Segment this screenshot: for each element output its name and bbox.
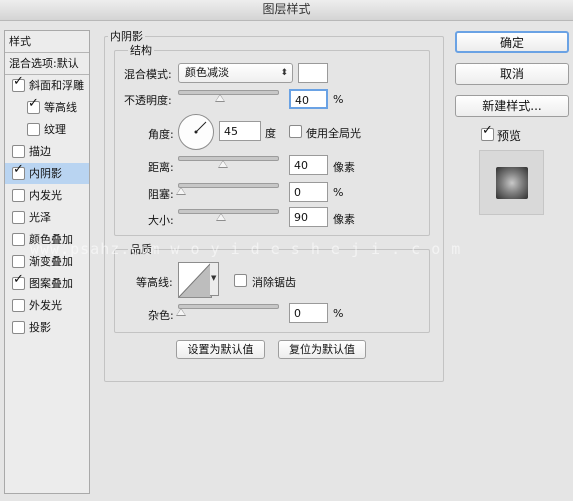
style-item-checkbox[interactable] — [12, 255, 25, 268]
choke-label: 阻塞: — [148, 188, 174, 201]
style-item-checkbox[interactable]: ✓ — [27, 97, 40, 114]
style-item-label: 内阴影 — [29, 167, 62, 180]
style-item-label: 光泽 — [29, 211, 51, 224]
angle-dial[interactable] — [178, 114, 214, 150]
noise-unit: % — [333, 307, 344, 320]
blend-mode-label: 混合模式: — [124, 68, 172, 81]
style-item[interactable]: ✓ 斜面和浮雕 — [5, 75, 89, 96]
check-icon: ✓ — [13, 272, 24, 287]
antialias-label: 消除锯齿 — [252, 276, 296, 289]
preview-swatch — [496, 167, 528, 199]
opacity-slider[interactable] — [178, 90, 279, 95]
opacity-input[interactable]: 40 — [289, 89, 328, 109]
style-item-checkbox[interactable] — [27, 123, 40, 136]
angle-unit: 度 — [265, 127, 276, 140]
preview-checkbox[interactable]: ✓ — [481, 124, 494, 141]
size-input[interactable]: 90 — [289, 207, 328, 227]
style-item[interactable]: 内发光 — [5, 185, 89, 206]
angle-label: 角度: — [148, 128, 174, 141]
styles-header[interactable]: 样式 — [5, 31, 93, 52]
distance-label: 距离: — [148, 161, 174, 174]
choke-unit: % — [333, 186, 344, 199]
watermark-text: www.psahz.com w o y i d e s h e j i . c … — [30, 240, 462, 258]
distance-slider-thumb[interactable] — [218, 160, 228, 168]
contour-label: 等高线: — [136, 276, 173, 289]
contour-dropdown[interactable]: ▼ — [210, 262, 219, 296]
style-preview — [479, 150, 544, 215]
style-item[interactable]: ✓ 等高线 — [5, 97, 89, 118]
style-item-label: 等高线 — [44, 101, 77, 114]
noise-slider-thumb[interactable] — [176, 308, 186, 316]
size-slider-thumb[interactable] — [216, 213, 226, 221]
style-item-checkbox[interactable]: ✓ — [12, 75, 25, 92]
check-icon: ✓ — [28, 96, 39, 111]
antialias-checkbox[interactable] — [234, 274, 247, 287]
preview-label: 预览 — [497, 129, 522, 143]
style-item[interactable]: 投影 — [5, 317, 89, 338]
style-item[interactable]: ✓ 图案叠加 — [5, 273, 89, 294]
style-item[interactable]: 外发光 — [5, 295, 89, 316]
choke-input[interactable]: 0 — [289, 182, 328, 202]
blend-color-swatch[interactable] — [298, 63, 328, 83]
set-default-button[interactable]: 设置为默认值 — [176, 340, 265, 359]
reset-default-button[interactable]: 复位为默认值 — [278, 340, 366, 359]
new-style-button[interactable]: 新建样式... — [455, 95, 569, 117]
global-light-label: 使用全局光 — [306, 127, 361, 140]
style-item-label: 描边 — [29, 145, 51, 158]
global-light-checkbox[interactable] — [289, 125, 302, 138]
choke-slider[interactable] — [178, 183, 279, 188]
blend-mode-value: 颜色减淡 — [185, 66, 229, 79]
opacity-unit: % — [333, 93, 344, 106]
style-item-label: 图案叠加 — [29, 277, 73, 290]
style-item[interactable]: ✓ 内阴影 — [5, 163, 89, 184]
window-title: 图层样式 — [0, 0, 573, 21]
style-item-checkbox[interactable] — [12, 299, 25, 312]
check-icon: ✓ — [482, 123, 493, 138]
size-unit: 像素 — [333, 213, 355, 226]
style-item-label: 纹理 — [44, 123, 66, 136]
style-item-label: 外发光 — [29, 299, 62, 312]
styles-panel: 样式 混合选项:默认 ✓ 斜面和浮雕 ✓ 等高线 纹理 描边 ✓ 内阴影 内发光 光泽 颜色叠加 渐变… — [4, 30, 90, 494]
noise-slider[interactable] — [178, 304, 279, 309]
select-arrows-icon: ⬍ — [280, 68, 288, 78]
style-item-checkbox[interactable]: ✓ — [12, 273, 25, 290]
size-label: 大小: — [148, 214, 174, 227]
opacity-label: 不透明度: — [124, 94, 172, 107]
distance-unit: 像素 — [333, 161, 355, 174]
contour-curve-icon — [179, 263, 211, 297]
style-item-checkbox[interactable] — [12, 321, 25, 334]
check-icon: ✓ — [13, 162, 24, 177]
structure-title: 结构 — [128, 42, 154, 58]
style-item[interactable]: 光泽 — [5, 207, 89, 228]
blend-options-item[interactable]: 混合选项:默认 — [5, 53, 93, 74]
size-slider[interactable] — [178, 209, 279, 214]
style-item-checkbox[interactable] — [12, 189, 25, 202]
style-item-label: 内发光 — [29, 189, 62, 202]
style-item-label: 斜面和浮雕 — [29, 79, 84, 92]
distance-input[interactable]: 40 — [289, 155, 328, 175]
style-item-checkbox[interactable] — [12, 233, 25, 246]
check-icon: ✓ — [13, 74, 24, 89]
ok-button[interactable]: 确定 — [455, 31, 569, 53]
blend-mode-select[interactable]: 颜色减淡 ⬍ — [178, 63, 293, 83]
style-item-checkbox[interactable] — [12, 211, 25, 224]
angle-dial-needle — [194, 121, 207, 134]
style-item[interactable]: 纹理 — [5, 119, 89, 140]
noise-label: 杂色: — [148, 309, 174, 322]
style-item-label: 投影 — [29, 321, 51, 334]
contour-picker[interactable] — [178, 262, 212, 298]
style-item[interactable]: 描边 — [5, 141, 89, 162]
noise-input[interactable]: 0 — [289, 303, 328, 323]
opacity-slider-thumb[interactable] — [215, 94, 225, 102]
cancel-button[interactable]: 取消 — [455, 63, 569, 85]
style-item-checkbox[interactable] — [12, 145, 25, 158]
distance-slider[interactable] — [178, 156, 279, 161]
choke-slider-thumb[interactable] — [176, 187, 186, 195]
angle-input[interactable]: 45 — [219, 121, 261, 141]
style-item-checkbox[interactable]: ✓ — [12, 163, 25, 180]
chevron-down-icon: ▼ — [211, 274, 217, 282]
